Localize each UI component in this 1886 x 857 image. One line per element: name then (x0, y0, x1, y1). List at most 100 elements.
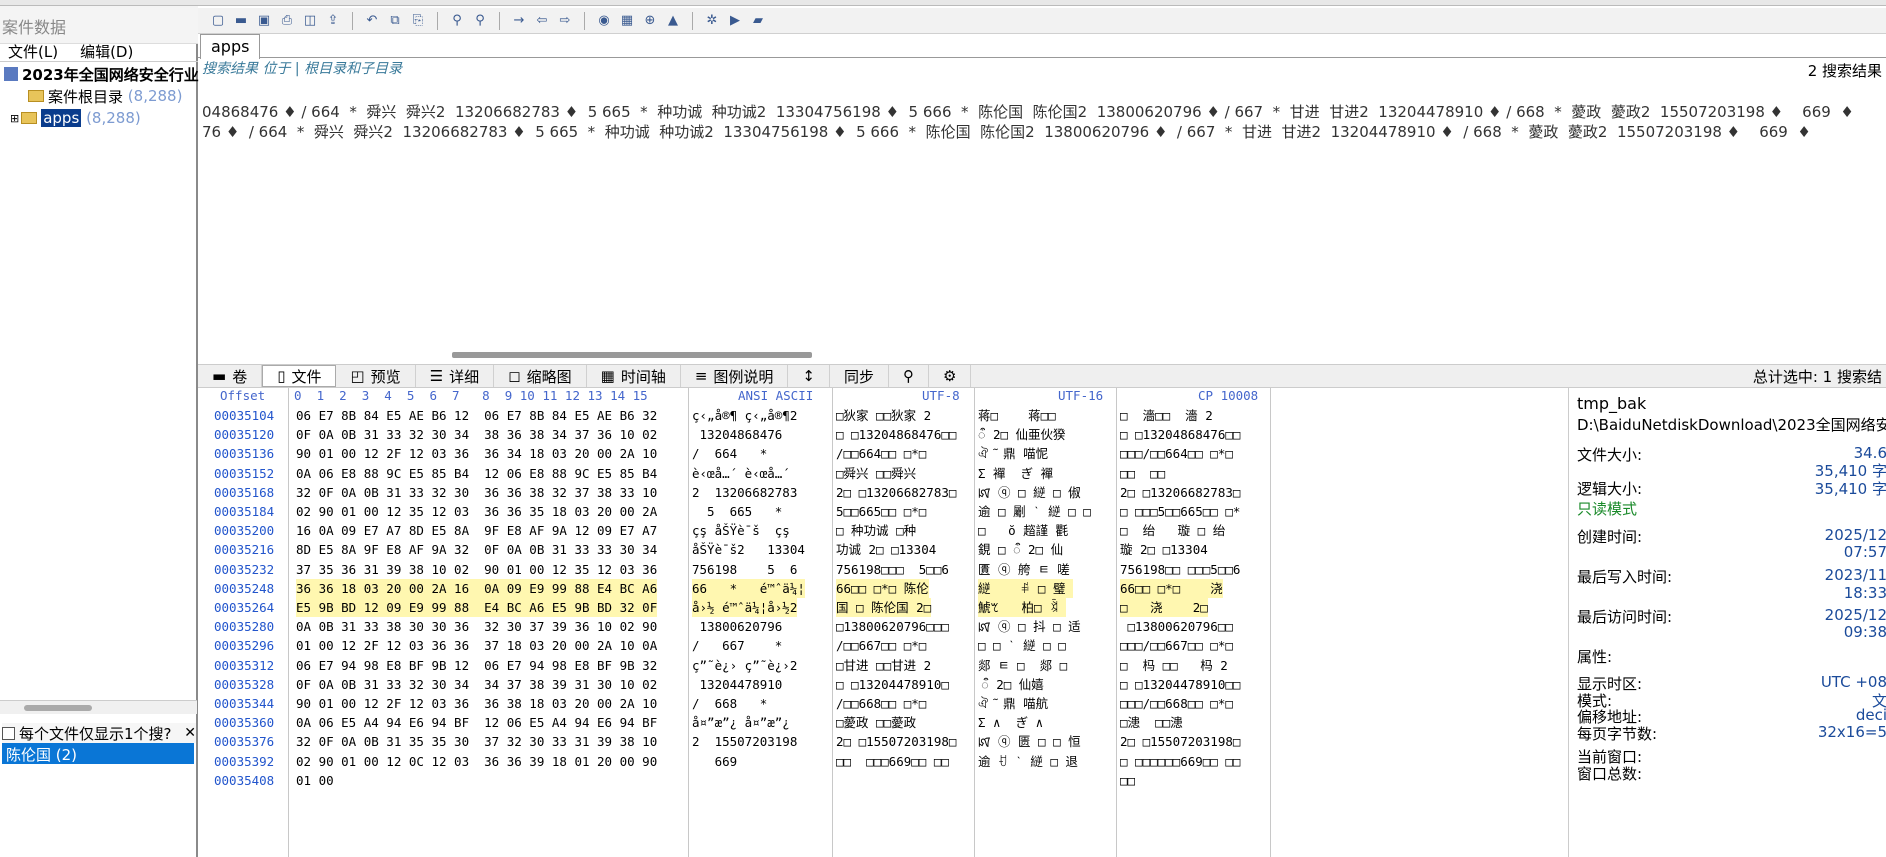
binoculars-icon: ⚲ (903, 367, 915, 385)
undo-icon[interactable]: ↶ (362, 12, 382, 30)
tree-label: 2023年全国网络安全行业 (22, 65, 199, 84)
info-row: 属性: (1577, 646, 1886, 667)
utf8-row: 756198□□□ 5□□6 (836, 561, 949, 577)
bytes-row: 02 90 01 00 12 0C 12 03 36 36 39 18 01 2… (296, 753, 658, 769)
info-value: 09:38 (1843, 623, 1886, 641)
tab-volume[interactable]: ▬ 卷 (198, 365, 263, 387)
offsets-row: 00035232 (214, 561, 275, 577)
offsets-row: 00035296 (214, 638, 275, 654)
tree-item-apps[interactable]: ⊞ apps (8,288) (10, 108, 141, 128)
utf8-row: □ 种功诚 □种 (836, 523, 917, 539)
utf16-row: ঐ ᷉ ⿍ 喵航 (978, 696, 1071, 711)
details-icon: ☰ (429, 367, 444, 385)
save-icon[interactable]: ▣ (254, 12, 274, 30)
find-icon[interactable]: ⚲ (447, 12, 467, 30)
sync-label: 同步 (844, 367, 875, 386)
chart-icon[interactable]: ▲ (663, 12, 683, 30)
utf16-row: 匱 ⓠ 舿 ㅌ 嗟 (978, 561, 1078, 577)
utf8-header: UTF-8 (922, 388, 960, 403)
tab-legend[interactable]: ≡ 图例说明 (681, 365, 789, 387)
find-button[interactable]: ⚲ (889, 365, 930, 387)
checkbox[interactable] (2, 726, 15, 740)
ansi-header: ANSI ASCII (738, 388, 814, 403)
search-result-line[interactable]: 76 ♦ / 664 * 舜兴 舜兴2 13206682783 ♦ 5 665 … (202, 121, 1886, 142)
search-result-line[interactable]: 04868476 ♦ / 664 * 舜兴 舜兴2 13206682783 ♦ … (202, 101, 1886, 122)
ansi-row: 669 (692, 753, 738, 769)
info-label: 文件大小: (1577, 446, 1643, 464)
disk-icon[interactable]: ◉ (594, 12, 614, 30)
option-label: 每个文件仅显示1个搜? (19, 724, 172, 743)
paste-icon[interactable]: ⎘ (408, 12, 428, 30)
search-hit-item[interactable]: 陈伦国 (2) (2, 743, 194, 764)
ansi-row: åŠŸè¯š2 13304 (692, 542, 805, 558)
print-icon[interactable]: ⎙ (277, 12, 297, 30)
panel-scrollbar[interactable] (24, 705, 92, 711)
new-file-icon[interactable]: ▢ (208, 12, 228, 30)
divider (1116, 388, 1117, 857)
expand-icon[interactable]: ⊞ (10, 112, 19, 125)
close-icon[interactable]: ✕ (184, 725, 196, 741)
toolbar-divider (437, 11, 438, 30)
tree-count: (8,288) (86, 109, 141, 127)
cp-row: □□□/□□667□□ □*□ (1120, 638, 1233, 654)
utf16-row: Σ 襌 ぎ 襌 (978, 465, 1061, 481)
cp-row: □□ □□ (1120, 465, 1166, 481)
utf16-row: ꡤ ⓠ 匮 □ □ 恒 (978, 734, 1089, 750)
tree-item-case[interactable]: 2023年全国网络安全行业 (4, 64, 199, 84)
tab-apps[interactable]: apps (200, 34, 261, 59)
tools-icon[interactable]: ✲ (702, 12, 722, 30)
ansi-row: 13800620796 (692, 619, 783, 635)
bytes-row: 0A 06 E8 88 9C E5 85 B4 12 06 E8 88 9C E… (296, 465, 658, 481)
file-path: D:\BaiduNetdiskDownload\2023全国网络安 (1577, 416, 1886, 434)
utf8-row: 5□□665□□ □*□ (836, 504, 927, 519)
offsets-row: 00035408 (214, 772, 275, 788)
open-folder-icon[interactable]: ▬ (231, 12, 251, 30)
case-icon (4, 67, 18, 81)
copy-icon[interactable]: ⧉ (385, 12, 405, 30)
tree-item-root[interactable]: 案件根目录 (8,288) (28, 86, 182, 106)
tree-label: 案件根目录 (48, 87, 124, 106)
info-value: 2025/12 (1824, 606, 1886, 624)
menu-file[interactable]: 文件(L) (8, 41, 58, 61)
properties-icon[interactable]: ◫ (300, 12, 320, 30)
utf8-row: □ □13204868476□□ (836, 427, 957, 443)
info-value: 32x16=5 (1817, 723, 1886, 741)
find-hex-icon[interactable]: ⚲ (470, 12, 490, 30)
gallery-icon: ◻ (508, 367, 521, 385)
ansi-row: 66 * é™ˆä¼¦ (692, 578, 805, 598)
utf8-row: □舜兴 □□舜兴 (836, 465, 917, 481)
zoom-icon[interactable]: ⊕ (640, 12, 660, 30)
tab-details[interactable]: ☰ 详细 (416, 365, 495, 387)
tab-timeline[interactable]: ▦ 时间轴 (587, 365, 681, 387)
forward-icon[interactable]: ⇨ (555, 12, 575, 30)
sort-button[interactable]: ↕ (788, 365, 830, 387)
settings-button[interactable]: ⚙ (929, 365, 972, 387)
book-icon[interactable]: ▰ (748, 12, 768, 30)
image-icon[interactable]: ▦ (617, 12, 637, 30)
sync-toggle[interactable]: 同步 (830, 365, 890, 387)
info-value: 2025/12 (1824, 526, 1886, 544)
tab-preview[interactable]: ◰ 预览 (336, 365, 416, 387)
info-row: 逻辑大小: 35,410 字 (1577, 478, 1886, 499)
info-label: 逻辑大小: (1577, 480, 1643, 498)
menu-edit[interactable]: 编辑(D) (80, 41, 133, 61)
cp-row: □□□/□□668□□ □*□ (1120, 696, 1233, 711)
cp-row: □13800620796□□ (1120, 619, 1233, 635)
ansi-row: 5 665 * (692, 504, 783, 519)
utf8-row: 66□□ □*□ 陈伦 (836, 578, 929, 598)
goto-icon[interactable]: → (509, 12, 529, 30)
results-scrollbar[interactable] (452, 352, 812, 358)
export-icon[interactable]: ⇪ (323, 12, 343, 30)
back-icon[interactable]: ⇦ (532, 12, 552, 30)
tab-gallery[interactable]: ◻ 缩略图 (494, 365, 587, 387)
play-icon[interactable]: ▶ (725, 12, 745, 30)
utf8-row: □ □13204478910□ (836, 676, 949, 692)
hex-viewer[interactable]: Offset 0 1 2 3 4 5 6 7 8 9 10 11 12 13 1… (198, 388, 1570, 857)
bytes-row: 36 36 18 03 20 00 2A 16 0A 09 E9 99 88 E… (296, 578, 658, 598)
bytes-row: 90 01 00 12 2F 12 03 36 36 34 18 03 20 0… (296, 446, 658, 462)
breadcrumb: 搜索结果 位于 | 根目录和子目录 (202, 61, 403, 77)
tab-file[interactable]: ▯ 文件 (262, 365, 337, 387)
tab-label: 卷 (232, 367, 248, 386)
bytes-row: 0A 06 E5 A4 94 E6 94 BF 12 06 E5 A4 94 E… (296, 715, 658, 731)
folder-icon (28, 90, 44, 102)
